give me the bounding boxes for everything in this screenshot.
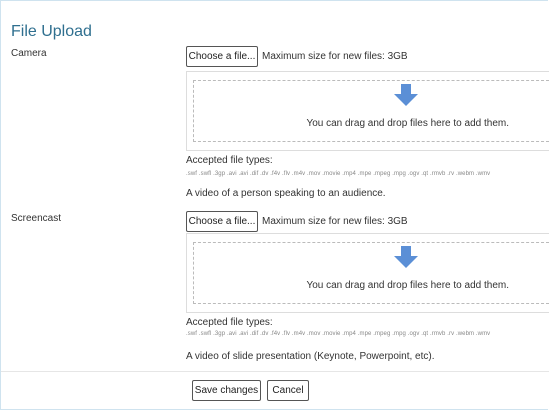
screencast-dropzone-border [193, 242, 549, 304]
camera-dropzone[interactable]: You can drag and drop files here to add … [186, 71, 549, 151]
screencast-choose-file-button[interactable]: Choose a file... [186, 211, 258, 232]
camera-description: A video of a person speaking to an audie… [186, 188, 386, 199]
download-arrow-icon [394, 246, 418, 268]
camera-label: Camera [11, 48, 47, 59]
camera-drop-text: You can drag and drop files here to add … [306, 118, 509, 129]
save-changes-button[interactable]: Save changes [192, 380, 261, 401]
screencast-max-size: Maximum size for new files: 3GB [262, 216, 408, 227]
actions-divider [1, 371, 549, 372]
screencast-drop-text: You can drag and drop files here to add … [306, 280, 509, 291]
file-upload-panel: File Upload Camera Choose a file... Maxi… [0, 0, 549, 410]
screencast-accepted-types-list: .swf .swfl .3gp .avi .avi .dif .dv .f4v … [186, 331, 491, 337]
page-title: File Upload [11, 23, 92, 40]
screencast-dropzone[interactable]: You can drag and drop files here to add … [186, 233, 549, 313]
screencast-description: A video of slide presentation (Keynote, … [186, 351, 435, 362]
camera-dropzone-border [193, 80, 549, 142]
screencast-label: Screencast [11, 213, 62, 224]
download-arrow-icon [394, 84, 418, 106]
cancel-button[interactable]: Cancel [267, 380, 309, 401]
camera-accepted-types-label: Accepted file types: [186, 155, 273, 166]
camera-accepted-types-list: .swf .swfl .3gp .avi .avi .dif .dv .f4v … [186, 171, 491, 177]
camera-max-size: Maximum size for new files: 3GB [262, 51, 408, 62]
camera-choose-file-button[interactable]: Choose a file... [186, 46, 258, 67]
screencast-accepted-types-label: Accepted file types: [186, 317, 273, 328]
